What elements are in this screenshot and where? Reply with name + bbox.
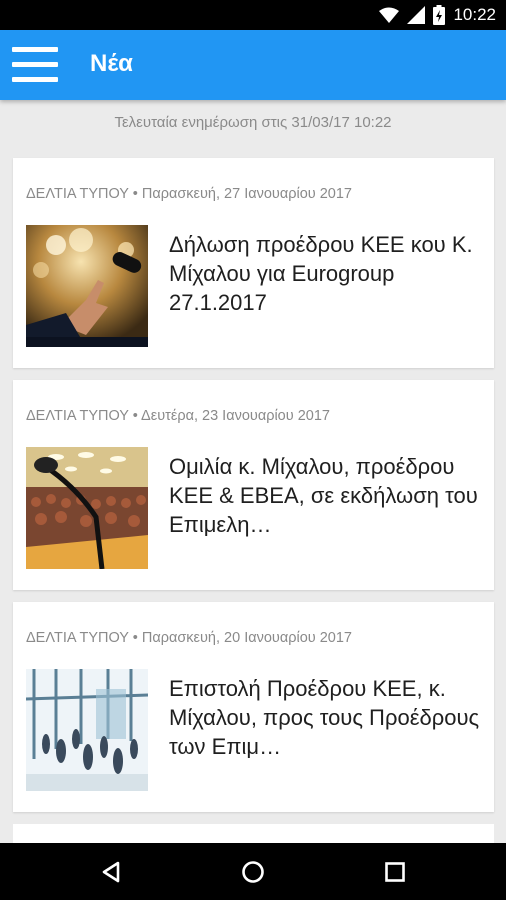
home-icon[interactable] — [213, 843, 293, 900]
news-meta: ΔΕΛΤΙΑ ΤΥΠΟΥ • Παρασκευή, 27 Ιανουαρίου … — [26, 186, 352, 202]
news-card[interactable]: ΔΕΛΤΙΑ ΤΥΠΟΥ • Δευτέρα, 23 Ιανουαρίου 20… — [13, 380, 494, 590]
app-bar: Νέα — [0, 30, 506, 100]
news-card[interactable]: ΔΕΛΤΙΑ ΤΥΠΟΥ • Παρασκευή, 27 Ιανουαρίου … — [13, 158, 494, 368]
news-title: Επιστολή Προέδρου ΚΕΕ, κ. Μίχαλου, προς … — [169, 676, 480, 759]
news-meta: ΔΕΛΤΙΑ ΤΥΠΟΥ • Παρασκευή, 20 Ιανουαρίου … — [26, 630, 352, 646]
last-update-text: Τελευταία ενημέρωση στις 31/03/17 10:22 — [114, 114, 392, 131]
status-time: 10:22 — [453, 5, 496, 24]
hamburger-menu-icon[interactable] — [12, 47, 58, 83]
battery-icon — [433, 5, 446, 25]
navigation-bar — [0, 843, 506, 900]
business-crowd-image — [26, 669, 148, 791]
news-card-partial[interactable] — [13, 824, 494, 844]
status-bar: 10:22 — [0, 0, 506, 30]
news-title: Ομιλία κ. Μίχαλου, προέδρου ΚΕΕ & ΕΒΕΑ, … — [169, 454, 478, 537]
status-icons: 10:22 — [379, 0, 496, 30]
conference-audience-image — [26, 447, 148, 569]
wifi-icon — [379, 7, 400, 23]
recents-icon[interactable] — [355, 843, 435, 900]
page-title: Νέα — [90, 50, 133, 77]
news-meta: ΔΕΛΤΙΑ ΤΥΠΟΥ • Δευτέρα, 23 Ιανουαρίου 20… — [26, 408, 330, 424]
speaker-microphone-image — [26, 225, 148, 347]
back-icon[interactable] — [71, 843, 151, 900]
news-title: Δήλωση προέδρου ΚΕΕ κου Κ. Μίχαλου για E… — [169, 232, 473, 315]
signal-icon — [407, 6, 426, 24]
news-card[interactable]: ΔΕΛΤΙΑ ΤΥΠΟΥ • Παρασκευή, 20 Ιανουαρίου … — [13, 602, 494, 812]
